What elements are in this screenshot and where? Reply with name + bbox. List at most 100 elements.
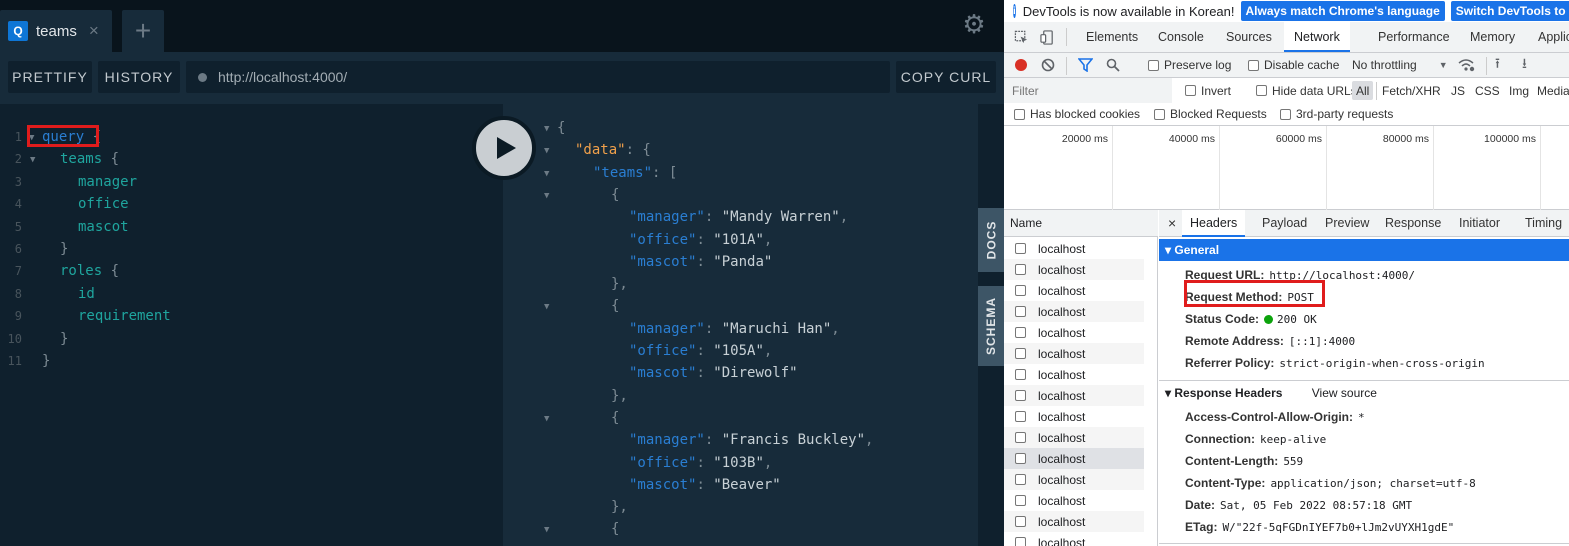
line-number: 10	[7, 331, 22, 346]
request-row[interactable]: localhost	[1004, 364, 1144, 385]
fold-arrow-icon[interactable]: ▼	[544, 163, 549, 185]
type-filter-media[interactable]: Media	[1537, 78, 1569, 103]
fold-arrow-icon[interactable]: ▼	[544, 519, 549, 541]
code-line[interactable]: 2 ▼ teams {	[0, 148, 500, 170]
network-conditions-button[interactable]	[1458, 53, 1475, 77]
request-row[interactable]: localhost	[1004, 343, 1144, 364]
header-key: Content-Length:	[1185, 454, 1279, 468]
invert-checkbox[interactable]: Invert	[1185, 78, 1231, 103]
request-row[interactable]: localhost	[1004, 406, 1144, 427]
new-tab-button[interactable]: +	[122, 10, 164, 52]
code-line[interactable]: 3 manager	[0, 171, 500, 193]
screen: Q teams × + ⚙ PRETTIFY HISTORY http://lo…	[0, 0, 1569, 546]
docs-side-tab[interactable]: DOCS	[978, 208, 1004, 272]
fold-arrow-icon[interactable]: ▼	[544, 140, 549, 162]
execute-query-button[interactable]	[472, 116, 536, 180]
close-icon[interactable]: ×	[89, 21, 99, 41]
request-row[interactable]: localhost	[1004, 280, 1144, 301]
endpoint-url-input[interactable]: http://localhost:4000/	[186, 61, 890, 93]
third-party-checkbox[interactable]: 3rd-party requests	[1280, 103, 1393, 125]
type-filter-img[interactable]: Img	[1509, 78, 1529, 103]
request-row[interactable]: localhost	[1004, 238, 1144, 259]
type-filter-css[interactable]: CSS	[1475, 78, 1500, 103]
timeline-tick-label: 40000 ms	[1168, 133, 1215, 145]
code-line[interactable]: 10}	[0, 328, 500, 350]
filter-toggle-button[interactable]	[1078, 53, 1093, 77]
disable-cache-checkbox[interactable]: Disable cache	[1248, 53, 1339, 77]
tab-console[interactable]: Console	[1158, 22, 1204, 52]
fold-arrow-icon[interactable]: ▼	[544, 296, 549, 318]
preserve-log-checkbox[interactable]: Preserve log	[1148, 53, 1231, 77]
line-number: 11	[7, 354, 22, 368]
hide-data-urls-checkbox[interactable]: Hide data URLs	[1256, 78, 1357, 103]
type-filter-all[interactable]: All	[1352, 81, 1374, 100]
close-details-icon[interactable]: ×	[1168, 210, 1176, 237]
fold-arrow-icon[interactable]: ▼	[544, 185, 549, 207]
request-row[interactable]: localhost	[1004, 469, 1144, 490]
code-line[interactable]: 4 office	[0, 193, 500, 215]
name-column-header[interactable]: Name	[1004, 210, 1158, 237]
fold-arrow-icon[interactable]: ▼	[544, 408, 549, 430]
code-line[interactable]: 9 requirement	[0, 305, 500, 327]
type-filter-js[interactable]: JS	[1451, 78, 1465, 103]
details-tab-initiator[interactable]: Initiator	[1459, 210, 1500, 237]
request-row[interactable]: localhost	[1004, 511, 1144, 532]
filter-icon	[1078, 58, 1093, 72]
clear-button[interactable]	[1041, 53, 1055, 77]
timeline-gridline	[1540, 126, 1541, 210]
request-row[interactable]: localhost	[1004, 427, 1144, 448]
throttling-select[interactable]: No throttling ▼	[1352, 53, 1448, 77]
response-headers-section-header[interactable]: ▾ Response Headers View source	[1159, 382, 1569, 404]
tab-sources[interactable]: Sources	[1226, 22, 1272, 52]
tab-teams[interactable]: Q teams ×	[0, 10, 112, 52]
history-button[interactable]: HISTORY	[98, 61, 180, 93]
gear-icon[interactable]: ⚙	[960, 10, 988, 38]
type-filter-fetchxhr[interactable]: Fetch/XHR	[1382, 78, 1441, 103]
general-section-header[interactable]: ▾ General	[1159, 239, 1569, 261]
code-line[interactable]: 11}	[0, 350, 500, 372]
details-tab-response[interactable]: Response	[1385, 210, 1441, 237]
prettify-button[interactable]: PRETTIFY	[8, 61, 92, 93]
query-editor[interactable]: 1 ▼ query {2 ▼ teams {3 manager 4 office 5 mascot…	[0, 104, 503, 546]
code-line[interactable]: 5 mascot	[0, 216, 500, 238]
details-tab-payload[interactable]: Payload	[1262, 210, 1307, 237]
code-line[interactable]: 6}	[0, 238, 500, 260]
details-tab-headers[interactable]: Headers	[1182, 210, 1246, 237]
request-row[interactable]: localhost	[1004, 301, 1144, 322]
code-line[interactable]: 8 id	[0, 283, 500, 305]
request-row[interactable]: localhost	[1004, 259, 1144, 280]
tab-network[interactable]: Network	[1284, 22, 1350, 52]
request-row[interactable]: localhost	[1004, 322, 1144, 343]
code-text: mascot	[78, 216, 129, 238]
tab-memory[interactable]: Memory	[1470, 22, 1515, 52]
request-row[interactable]: localhost	[1004, 385, 1144, 406]
details-tab-timing[interactable]: Timing	[1525, 210, 1562, 237]
search-button[interactable]	[1106, 53, 1120, 77]
blocked-requests-checkbox[interactable]: Blocked Requests	[1154, 103, 1267, 125]
tab-performance[interactable]: Performance	[1378, 22, 1450, 52]
tab-elements[interactable]: Elements	[1086, 22, 1138, 52]
tab-applicat[interactable]: Applicat	[1538, 22, 1569, 52]
view-source-link[interactable]: View source	[1312, 386, 1377, 400]
fold-arrow-icon[interactable]: ▼	[544, 118, 549, 140]
export-har-button[interactable]: ⭳	[1522, 53, 1527, 77]
request-row[interactable]: localhost	[1004, 490, 1144, 511]
blocked-cookies-checkbox[interactable]: Has blocked cookies	[1014, 103, 1140, 125]
header-row: ETag: W/"22f-5qFGDnIYEF7b0+lJm2vUYXH1gdE"	[1185, 516, 1454, 538]
inspect-element-icon[interactable]	[1014, 30, 1029, 45]
record-button[interactable]	[1014, 53, 1028, 77]
code-line[interactable]: 7 roles {	[0, 260, 500, 282]
match-language-button[interactable]: Always match Chrome's language	[1240, 1, 1445, 21]
import-har-button[interactable]: ⭱	[1495, 53, 1500, 77]
details-tab-preview[interactable]: Preview	[1325, 210, 1369, 237]
device-toolbar-icon[interactable]	[1040, 30, 1055, 45]
network-timeline-overview[interactable]: 20000 ms 40000 ms 60000 ms 80000 ms 100000 m…	[1004, 126, 1569, 210]
switch-language-button[interactable]: Switch DevTools to Kor	[1450, 1, 1569, 21]
fold-arrow-icon[interactable]: ▼	[30, 149, 35, 171]
schema-side-tab[interactable]: SCHEMA	[978, 286, 1004, 366]
filter-input[interactable]: Filter	[1004, 78, 1172, 103]
request-row[interactable]: localhost	[1004, 532, 1144, 546]
request-row[interactable]: localhost	[1004, 448, 1144, 469]
copy-curl-button[interactable]: COPY CURL	[896, 61, 996, 93]
code-text: teams {	[60, 148, 119, 170]
